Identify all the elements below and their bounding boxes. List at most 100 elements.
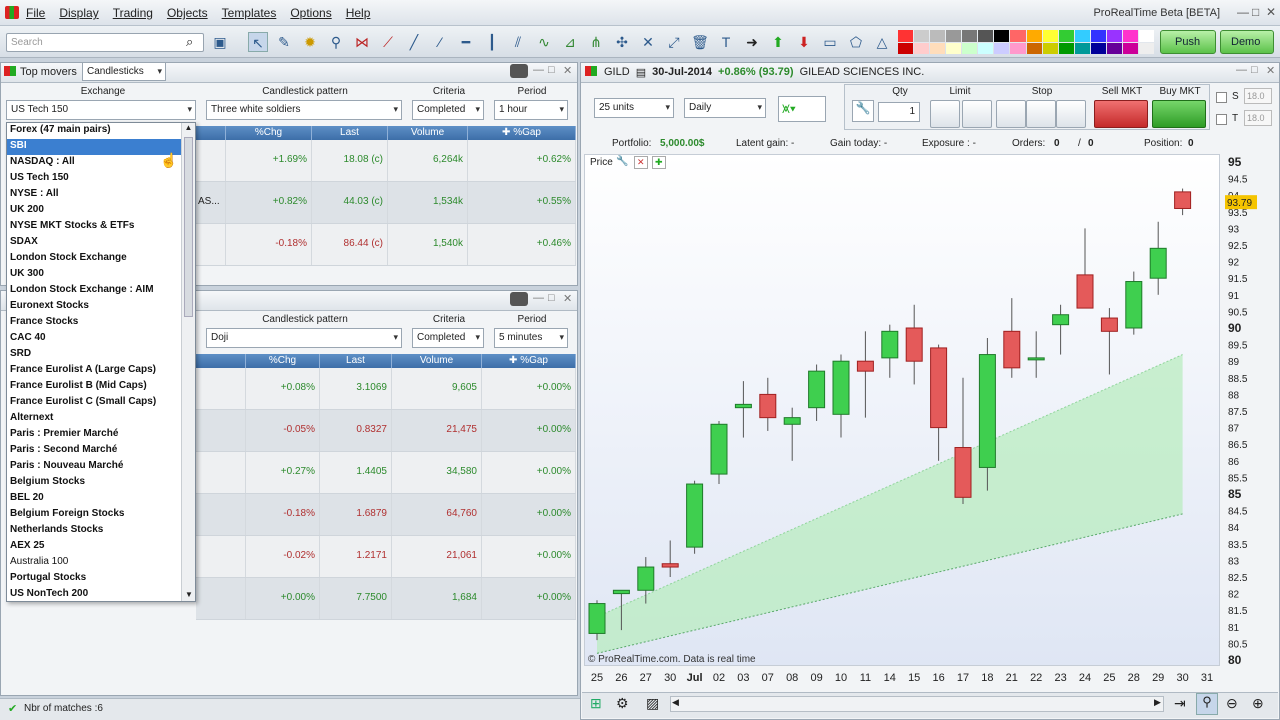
polygon-icon[interactable]: ⬠ [846,32,866,52]
dropdown-item[interactable]: Paris : Nouveau Marché [7,459,195,475]
dropdown-item[interactable]: Paris : Premier Marché [7,427,195,443]
panel-minimize-icon[interactable]: — [533,64,544,76]
dropdown-item[interactable]: NYSE : All [7,187,195,203]
zoom-icon[interactable]: ⚲ [326,32,346,52]
dropdown-item[interactable]: CAC 40 [7,331,195,347]
dropdown-item[interactable]: Forex (47 main pairs) [7,123,195,139]
search-input[interactable]: Search [6,33,204,52]
auto-zoom-icon[interactable]: ⚲ [1196,693,1218,715]
arrow-down-icon[interactable]: ⬇ [794,32,814,52]
polyline-icon[interactable]: ✣ [612,32,632,52]
zoom-out-icon[interactable]: ⊖ [1226,695,1238,712]
dropdown-item[interactable]: Portugal Stocks [7,571,195,587]
table-row[interactable]: -0.18% 86.44 (c) 1,540k +0.46% [196,224,576,266]
exchange-select[interactable]: US Tech 150 ▾ [6,100,196,120]
panel-close-icon[interactable]: ✕ [563,292,572,305]
wave-icon[interactable]: ∿ [534,32,554,52]
dropdown-item[interactable]: France Stocks [7,315,195,331]
dropdown-item[interactable]: UK 200 [7,203,195,219]
vertical-line-icon[interactable]: ┃ [482,32,502,52]
units-select[interactable]: 25 units ▾ [594,98,674,118]
scroll-end-icon[interactable]: ⇥ [1174,695,1186,712]
limit-buy-button[interactable] [930,100,960,128]
s-input[interactable]: 18.0 [1244,88,1272,104]
chart-minimize-icon[interactable]: — [1236,64,1247,76]
menu-trading[interactable]: Trading [113,6,153,20]
scroll-left-icon[interactable]: ◀ [672,697,679,708]
scroll-right-icon[interactable]: ▶ [1154,697,1161,708]
calendar-icon[interactable]: ▤ [636,66,646,79]
stop-sell-button[interactable] [1026,100,1056,128]
pointer-icon[interactable]: ↖ [248,32,268,52]
indicators-icon[interactable]: ⚙ [616,695,629,712]
t-input[interactable]: 18.0 [1244,110,1272,126]
dropdown-item[interactable]: Netherlands Stocks [7,523,195,539]
alarm-icon[interactable]: ✹ [300,32,320,52]
close-icon[interactable]: ✕ [1266,5,1276,19]
color-palette[interactable] [898,30,1154,54]
search-icon[interactable]: ⌕ [186,34,193,50]
minimize-icon[interactable]: — [1237,5,1249,19]
dropdown-item[interactable]: London Stock Exchange [7,251,195,267]
fibonacci-icon[interactable]: ⋈ [352,32,372,52]
limit-sell-button[interactable] [962,100,992,128]
col-volume[interactable]: Volume [388,126,468,140]
col-last[interactable]: Last [312,126,388,140]
t-checkbox[interactable] [1216,114,1227,125]
dropdown-item[interactable]: US Tech 150 [7,171,195,187]
dropdown-item[interactable]: Alternext [7,411,195,427]
panel-maximize-icon[interactable]: □ [548,292,555,304]
col-volume[interactable]: Volume [392,354,482,368]
qty-input[interactable]: 1 [878,102,920,122]
zoom-in-icon[interactable]: ⊕ [1252,695,1264,712]
pencil-icon[interactable]: ✎ [274,32,294,52]
ticker[interactable]: GILD [604,66,630,79]
menu-objects[interactable]: Objects [167,6,208,20]
criteria-select[interactable]: Completed ▾ [412,328,484,348]
col-chg[interactable]: %Chg [246,354,320,368]
demo-button[interactable]: Demo [1220,30,1274,54]
dropdown-item[interactable]: Euronext Stocks [7,299,195,315]
price-add-icon[interactable]: ✚ [652,156,666,169]
dropdown-item[interactable]: SRD [7,347,195,363]
pattern-select[interactable]: Three white soldiers ▾ [206,100,402,120]
dropdown-item[interactable]: NYSE MKT Stocks & ETFs [7,219,195,235]
push-button[interactable]: Push [1160,30,1216,54]
menu-display[interactable]: Display [59,6,98,20]
buy-mkt-button[interactable] [1152,100,1206,128]
table-row[interactable]: +0.00% 7.7500 1,684 +0.00% [196,578,576,620]
wrench-icon[interactable]: 🔧 [852,100,874,122]
sell-mkt-button[interactable] [1094,100,1148,128]
price-close-icon[interactable]: ✕ [634,156,648,169]
chart-close-icon[interactable]: ✕ [1266,64,1275,77]
exchange-dropdown-list[interactable]: Forex (47 main pairs) SBI NASDAQ : All US T… [6,122,196,602]
dropdown-item[interactable]: France Eurolist C (Small Caps) [7,395,195,411]
dropdown-item[interactable]: US NonTech 200 [7,587,195,601]
menu-templates[interactable]: Templates [222,6,277,20]
cross-icon[interactable]: ✕ [638,32,658,52]
dropdown-item[interactable]: BEL 20 [7,491,195,507]
criteria-select[interactable]: Completed ▾ [412,100,484,120]
dropdown-item[interactable]: SDAX [7,235,195,251]
period-select[interactable]: 1 hour ▾ [494,100,568,120]
dropdown-item[interactable]: AEX 25 [7,539,195,555]
dropdown-item[interactable]: Belgium Stocks [7,475,195,491]
display-icon[interactable]: ▣ [210,32,230,52]
table-row[interactable]: AS... +0.82% 44.03 (c) 1,534k +0.55% [196,182,576,224]
dropdown-item[interactable]: Australia 100 [7,555,195,571]
scroll-up-icon[interactable]: ▲ [182,123,195,132]
arrow-right-icon[interactable]: ➜ [742,32,762,52]
text-icon[interactable]: T [716,32,736,52]
chart-type-icon[interactable]: ⩙▾ [778,96,826,122]
stop-buy-button[interactable] [996,100,1026,128]
pitchfork-icon[interactable]: ⋔ [586,32,606,52]
trendline-icon[interactable]: ⟋ [378,32,398,52]
table-row[interactable]: -0.18% 1.6879 64,760 +0.00% [196,494,576,536]
add-indicator-icon[interactable]: ⊞ [590,695,602,712]
dropdown-item[interactable]: France Eurolist B (Mid Caps) [7,379,195,395]
gann-icon[interactable]: ⊿ [560,32,580,52]
pattern-select[interactable]: Doji ▾ [206,328,402,348]
maximize-icon[interactable]: □ [1252,5,1259,19]
table-row[interactable]: -0.02% 1.2171 21,061 +0.00% [196,536,576,578]
stop-other-button[interactable] [1056,100,1086,128]
